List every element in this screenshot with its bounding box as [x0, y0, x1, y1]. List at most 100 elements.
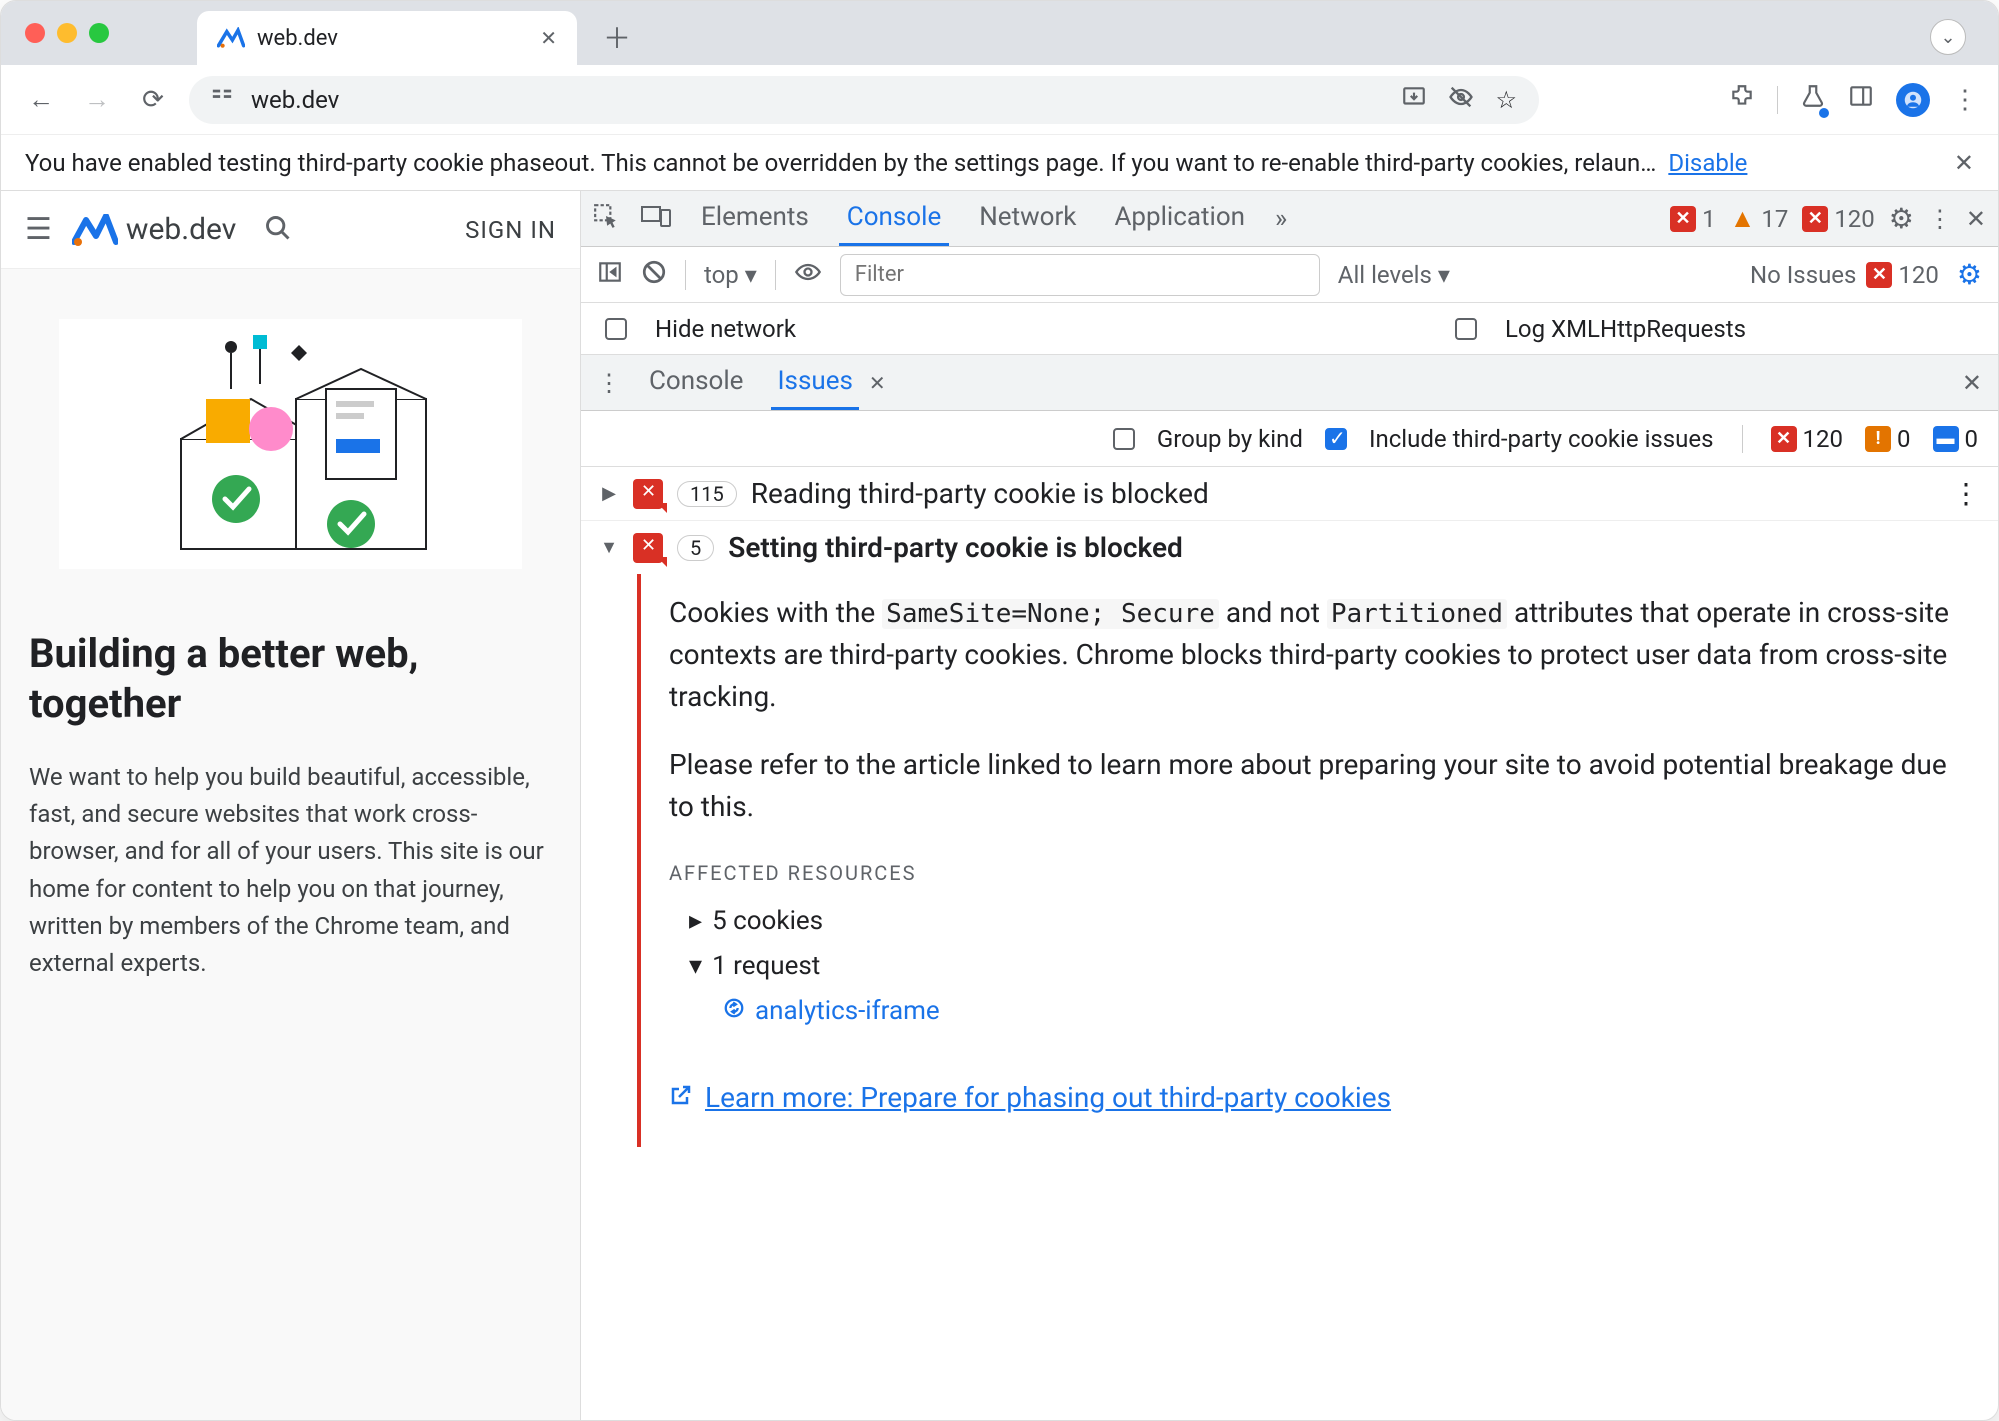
page-menu-icon[interactable]: ☰	[25, 212, 52, 247]
collapse-caret-icon[interactable]: ▼	[599, 537, 619, 558]
new-tab-button[interactable]: ＋	[593, 17, 641, 65]
tab-network[interactable]: Network	[971, 191, 1084, 246]
tab-elements[interactable]: Elements	[693, 191, 817, 246]
side-panel-icon[interactable]	[1848, 83, 1874, 116]
devtools-menu-icon[interactable]: ⋮	[1928, 205, 1952, 233]
expand-caret-icon[interactable]: ▶	[599, 483, 619, 504]
group-by-kind-label: Group by kind	[1157, 425, 1303, 453]
issue-row[interactable]: ▶ ✕ 115 Reading third-party cookie is bl…	[581, 467, 1998, 521]
issue-count-pill: 5	[677, 535, 714, 561]
expand-caret-icon[interactable]: ▸	[689, 902, 702, 941]
issue-error-icon: ✕	[633, 533, 663, 563]
log-xhr-checkbox[interactable]	[1455, 318, 1477, 340]
issue-menu-icon[interactable]: ⋮	[1952, 477, 1980, 510]
affected-cookies-row[interactable]: ▸5 cookies	[689, 902, 1970, 941]
url-text: web.dev	[251, 86, 339, 114]
sign-in-button[interactable]: SIGN IN	[465, 216, 556, 244]
issues-toolbar: Group by kind Include third-party cookie…	[581, 411, 1998, 467]
collapse-caret-icon[interactable]: ▾	[689, 947, 702, 986]
console-sidebar-toggle-icon[interactable]	[597, 259, 623, 291]
issue-row[interactable]: ▼ ✕ 5 Setting third-party cookie is bloc…	[581, 521, 1998, 574]
zoom-window-dot[interactable]	[89, 23, 109, 43]
request-icon	[723, 992, 745, 1031]
issue-title: Setting third-party cookie is blocked	[728, 531, 1183, 564]
forward-button: →	[77, 84, 117, 115]
rendered-page: ☰ web.dev SIGN IN	[1, 191, 581, 1421]
reload-button[interactable]: ⟳	[133, 85, 173, 115]
inspect-element-icon[interactable]	[593, 203, 619, 235]
page-title: Building a better web, together	[29, 629, 552, 729]
no-issues-label[interactable]: No Issues	[1750, 261, 1856, 289]
tab-strip: web.dev ✕ ＋ ⌄	[1, 1, 1998, 65]
hide-network-checkbox[interactable]	[605, 318, 627, 340]
affected-request-item[interactable]: analytics-iframe	[689, 992, 1970, 1031]
window-traffic-lights[interactable]	[25, 23, 109, 43]
devtools-tabbar: Elements Console Network Application » ✕…	[581, 191, 1998, 247]
infobar-disable-link[interactable]: Disable	[1668, 149, 1747, 177]
infobar: You have enabled testing third-party coo…	[1, 135, 1998, 191]
issue-title: Reading third-party cookie is blocked	[751, 477, 1209, 510]
drawer-tabbar: ⋮ Console Issues ✕ ✕	[581, 355, 1998, 411]
address-bar[interactable]: web.dev ☆	[189, 76, 1539, 124]
warning-badge[interactable]: ▲17	[1730, 203, 1789, 234]
tab-favicon	[217, 27, 245, 49]
eye-off-icon[interactable]	[1447, 83, 1475, 117]
devtools-close-icon[interactable]: ✕	[1966, 205, 1986, 233]
page-description: We want to help you build beautiful, acc…	[29, 759, 552, 982]
hero-illustration	[59, 319, 522, 569]
drawer-tab-console[interactable]: Console	[643, 355, 749, 410]
close-tab-icon[interactable]: ✕	[540, 26, 557, 50]
infobar-close-icon[interactable]: ✕	[1954, 149, 1974, 177]
filter-input[interactable]	[840, 254, 1320, 296]
browser-tab[interactable]: web.dev ✕	[197, 11, 577, 65]
drawer-tab-issues[interactable]: Issues	[771, 355, 858, 410]
log-levels-selector[interactable]: All levels ▾	[1338, 261, 1450, 289]
log-xhr-label: Log XMLHttpRequests	[1505, 315, 1746, 343]
issue-count-pill: 115	[677, 481, 737, 507]
infobar-text: You have enabled testing third-party coo…	[25, 149, 1656, 177]
devtools-settings-icon[interactable]: ⚙	[1889, 202, 1914, 235]
close-drawer-tab-icon[interactable]: ✕	[869, 371, 886, 395]
page-logo[interactable]: web.dev	[72, 212, 236, 247]
install-app-icon[interactable]	[1401, 84, 1427, 116]
drawer-close-icon[interactable]: ✕	[1962, 369, 1982, 397]
close-window-dot[interactable]	[25, 23, 45, 43]
tab-console[interactable]: Console	[839, 191, 949, 246]
console-options: Hide network Log XMLHttpRequests	[581, 303, 1998, 355]
include-3p-label: Include third-party cookie issues	[1369, 425, 1714, 453]
console-settings-icon[interactable]: ⚙	[1957, 258, 1982, 291]
minimize-window-dot[interactable]	[57, 23, 77, 43]
search-icon[interactable]	[264, 214, 292, 246]
site-settings-icon[interactable]	[211, 86, 233, 113]
external-link-icon	[669, 1077, 693, 1119]
tab-overflow-button[interactable]: ⌄	[1930, 19, 1966, 55]
tab-application[interactable]: Application	[1106, 191, 1253, 246]
more-tabs-icon[interactable]: »	[1275, 204, 1287, 234]
group-by-kind-checkbox[interactable]	[1113, 428, 1135, 450]
device-toolbar-icon[interactable]	[641, 203, 671, 235]
profile-avatar[interactable]	[1896, 83, 1930, 117]
include-3p-checkbox[interactable]	[1325, 428, 1347, 450]
drawer-menu-icon[interactable]: ⋮	[597, 369, 621, 397]
back-button[interactable]: ←	[21, 84, 61, 115]
learn-more-link[interactable]: Learn more: Prepare for phasing out thir…	[669, 1077, 1391, 1119]
affected-requests-row[interactable]: ▾1 request	[689, 947, 1970, 986]
devtools-panel: Elements Console Network Application » ✕…	[581, 191, 1998, 1421]
toolbar-divider	[1777, 86, 1778, 114]
browser-menu-icon[interactable]: ⋮	[1952, 85, 1978, 115]
labs-flask-icon[interactable]	[1800, 83, 1826, 116]
bookmark-star-icon[interactable]: ☆	[1495, 86, 1517, 114]
hide-network-label: Hide network	[655, 315, 796, 343]
tab-title: web.dev	[257, 26, 338, 51]
affected-resources-heading: Affected Resources	[669, 858, 1970, 888]
browser-toolbar: ← → ⟳ web.dev ☆ ⋮	[1, 65, 1998, 135]
extensions-icon[interactable]	[1729, 83, 1755, 116]
clear-console-icon[interactable]	[641, 259, 667, 291]
issue-error-icon: ✕	[633, 479, 663, 509]
issue-badge[interactable]: ✕120	[1802, 205, 1874, 233]
console-toolbar: top ▾ All levels ▾ No Issues ✕120 ⚙	[581, 247, 1998, 303]
live-expression-icon[interactable]	[794, 261, 822, 289]
error-badge[interactable]: ✕1	[1670, 205, 1716, 233]
issue-paragraph: Please refer to the article linked to le…	[669, 744, 1970, 828]
execution-context-selector[interactable]: top ▾	[704, 261, 757, 289]
